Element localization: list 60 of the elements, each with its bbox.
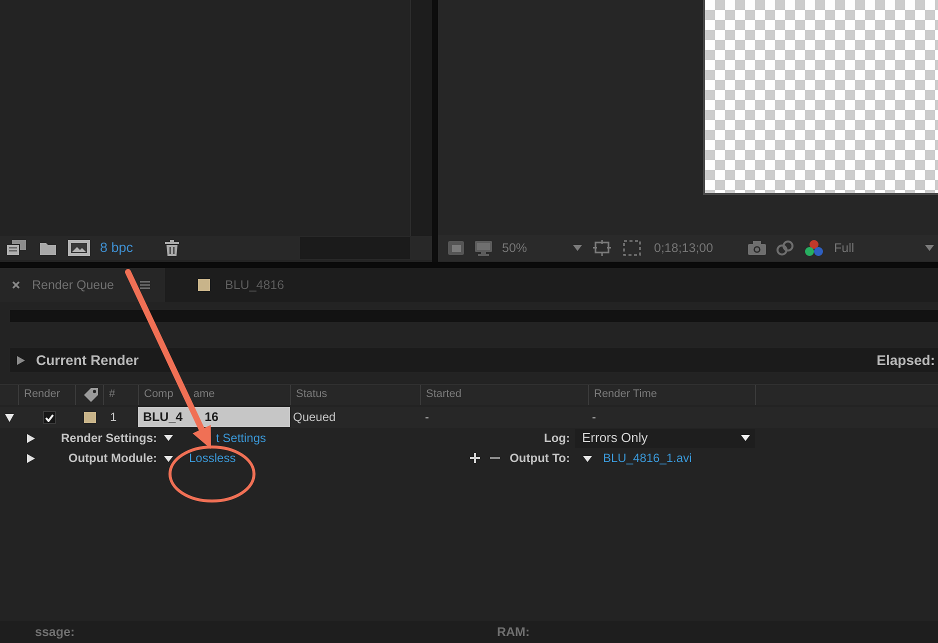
disclosure-triangle-icon[interactable] <box>5 414 14 422</box>
color-swatch-icon[interactable] <box>84 412 96 423</box>
status-text: Queued <box>293 410 336 425</box>
column-header: Render <box>24 388 60 402</box>
timecode-button[interactable]: 0;18;13;00 <box>654 240 714 256</box>
column-header: Status <box>296 388 328 402</box>
image-icon[interactable] <box>68 240 90 256</box>
trash-icon[interactable] <box>165 240 180 256</box>
message-label: ssage: <box>35 624 75 638</box>
column-header: Started <box>426 388 462 402</box>
resolution-dropdown[interactable]: Full <box>834 240 934 256</box>
started-text: - <box>425 410 429 425</box>
column-header: ame <box>193 388 215 402</box>
log-dropdown[interactable]: Errors Only <box>575 428 755 448</box>
render-checkbox[interactable] <box>43 411 56 424</box>
minus-icon[interactable] <box>490 457 500 460</box>
disclosure-triangle-icon[interactable] <box>27 434 35 442</box>
folder-icon[interactable] <box>40 242 56 254</box>
check-icon <box>45 414 54 422</box>
log-label: Log: <box>544 430 570 446</box>
zoom-dropdown[interactable]: 50% <box>502 240 582 256</box>
disclosure-triangle-icon[interactable] <box>17 356 25 364</box>
panel-tab[interactable]: Render Queue <box>0 268 165 302</box>
plus-icon[interactable] <box>470 453 480 464</box>
elapsed-label: Elapsed: <box>876 352 935 368</box>
current-render-title: Current Render <box>36 352 139 368</box>
row-number: 1 <box>110 410 117 425</box>
tag-icon[interactable] <box>84 388 98 402</box>
column-header: Render Time <box>594 388 657 402</box>
caret-icon[interactable] <box>741 435 750 441</box>
output-file-link[interactable]: BLU_4816_1.avi <box>603 451 692 466</box>
ram-label: RAM: <box>497 624 530 640</box>
render-time-text: - <box>592 410 596 425</box>
output-module-link[interactable]: Lossless <box>189 451 236 466</box>
output-to-label: Output To: <box>510 451 570 466</box>
close-icon[interactable] <box>12 281 20 289</box>
footage-icon[interactable] <box>6 240 26 256</box>
render-settings-label: Render Settings: <box>60 430 157 446</box>
output-module-label: Output Module: <box>68 451 157 466</box>
render-settings-link[interactable]: t Settings <box>216 430 266 446</box>
monitor-icon[interactable] <box>475 240 492 256</box>
frame-icon[interactable] <box>593 240 611 256</box>
panel-tab[interactable]: BLU_4816 <box>165 268 304 302</box>
disclosure-triangle-icon[interactable] <box>27 454 35 463</box>
column-header: # <box>109 388 116 402</box>
bit-depth-button[interactable]: 8 bpc <box>100 240 134 256</box>
caret-icon[interactable] <box>164 456 173 462</box>
rings-icon[interactable] <box>776 240 794 256</box>
scrollbar-track[interactable] <box>410 0 432 236</box>
color-dots-icon[interactable] <box>805 240 823 256</box>
comp-name-cell[interactable]: BLU_4 16 <box>138 407 290 427</box>
dashed-frame-icon[interactable] <box>623 240 641 256</box>
column-header: Comp <box>144 388 174 402</box>
comp-name-text: BLU_4 <box>143 410 183 424</box>
queue-item-row[interactable]: 1 BLU_4 16 Queued - - <box>0 407 938 428</box>
caret-icon[interactable] <box>164 435 173 441</box>
menu-icon[interactable] <box>140 281 150 289</box>
caret-icon[interactable] <box>583 456 592 462</box>
comp-name-text: 16 <box>204 410 218 424</box>
camera-icon[interactable] <box>748 241 766 255</box>
